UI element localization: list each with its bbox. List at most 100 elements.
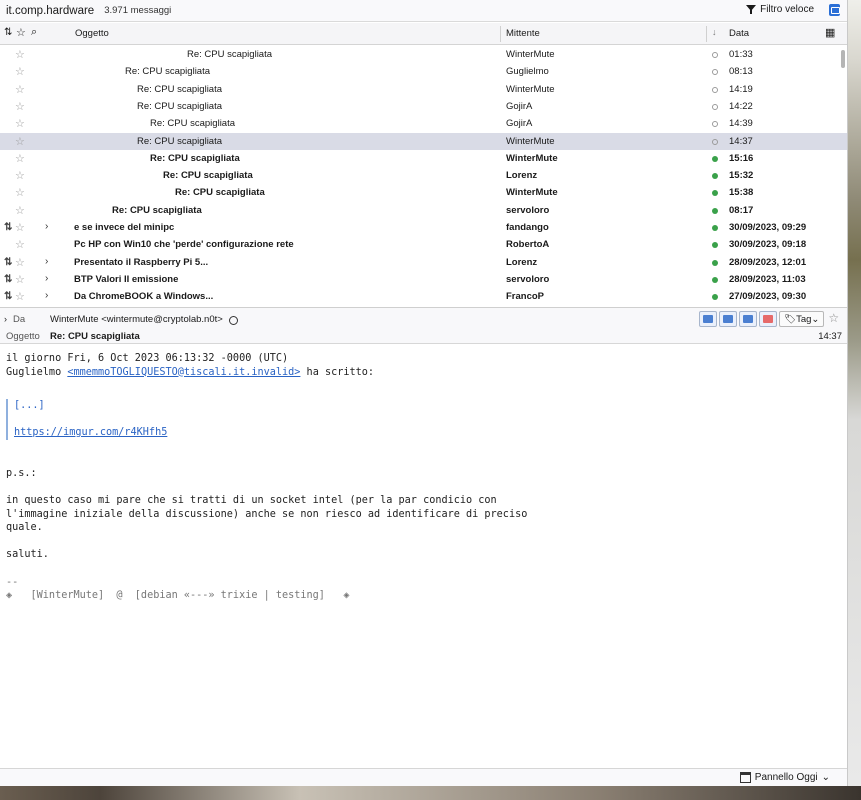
column-picker-icon[interactable]: ▦ (825, 26, 835, 39)
message-row[interactable]: ☆ Re: CPU scapigliata WinterMute 15:38 (0, 184, 847, 201)
message-row[interactable]: ☆ Re: CPU scapigliata WinterMute 01:33 (0, 46, 847, 63)
read-status-icon[interactable] (712, 121, 718, 128)
message-date: 15:32 (729, 170, 754, 182)
thread-icon[interactable]: ⇅ (4, 257, 12, 268)
reply-all-button[interactable] (719, 311, 737, 327)
star-icon[interactable]: ☆ (15, 238, 25, 251)
chevron-right-icon[interactable]: › (45, 290, 48, 301)
read-status-icon[interactable] (712, 225, 718, 231)
star-icon[interactable]: ☆ (15, 273, 25, 286)
expand-header-icon[interactable]: › (4, 314, 7, 324)
message-view-icon[interactable] (829, 4, 840, 16)
message-subject: Pc HP con Win10 che 'perde' configurazio… (74, 239, 294, 251)
message-row[interactable]: ☆ Re: CPU scapigliata Lorenz 15:32 (0, 167, 847, 184)
read-status-icon[interactable] (712, 242, 718, 249)
read-status-icon[interactable] (712, 52, 718, 58)
star-icon[interactable]: ☆ (15, 83, 25, 96)
star-icon[interactable]: ☆ (15, 135, 25, 148)
filter-icon (746, 4, 757, 15)
chevron-right-icon[interactable]: › (45, 221, 48, 232)
star-column-icon[interactable]: ☆ (16, 26, 26, 39)
signature-separator: -- (6, 576, 19, 588)
thread-column-icon[interactable]: ⇅ (4, 27, 12, 38)
message-row[interactable]: ☆ Re: CPU scapigliata WinterMute 14:37 (0, 132, 847, 150)
column-date[interactable]: Data (729, 28, 749, 39)
message-row[interactable]: ☆ Re: CPU scapigliata GojirA 14:22 (0, 98, 847, 115)
star-icon[interactable]: ☆ (15, 256, 25, 269)
thread-icon[interactable]: ⇅ (4, 291, 12, 302)
reply-button[interactable] (699, 311, 717, 327)
message-row[interactable]: ☆ Re: CPU scapigliata servoloro 08:17 (0, 202, 847, 219)
message-sender: RobertoA (506, 239, 550, 251)
read-status-icon[interactable] (712, 86, 718, 93)
message-date: 15:16 (729, 152, 754, 164)
message-row[interactable]: ☆ Re: CPU scapigliata WinterMute 15:16 (0, 150, 847, 167)
address-book-icon[interactable] (229, 316, 238, 325)
read-status-column-icon[interactable]: ↓ (712, 27, 717, 37)
tag-button[interactable]: 🏷 Tag ⌄ (779, 311, 825, 327)
message-row[interactable]: ⇅ ☆ › Presentato il Raspberry Pi 5... Lorenz… (0, 254, 847, 271)
star-icon[interactable]: ☆ (15, 186, 25, 199)
read-status-icon[interactable] (712, 69, 718, 76)
body-line: in questo caso mi pare che si tratti di … (6, 494, 497, 506)
star-icon[interactable]: ☆ (15, 204, 25, 217)
mail-window: it.comp.hardware 3.971 messaggi Filtro v… (0, 0, 848, 786)
star-icon[interactable]: ☆ (15, 290, 25, 303)
forward-button[interactable] (739, 311, 757, 327)
junk-button[interactable] (759, 311, 777, 327)
star-icon[interactable]: ☆ (15, 221, 25, 234)
read-status-icon[interactable] (712, 103, 718, 110)
intro-line: Guglielmo <mmemmoTOGLIQUESTO@tiscali.it.… (6, 366, 842, 380)
message-sender: WinterMute (506, 83, 555, 95)
message-date: 27/09/2023, 09:30 (729, 291, 807, 303)
message-row[interactable]: ☆ Re: CPU scapigliata WinterMute 14:19 (0, 81, 847, 98)
read-status-icon[interactable] (712, 294, 718, 301)
column-subject[interactable]: Oggetto (75, 28, 109, 39)
message-subject: Re: CPU scapigliata (137, 100, 223, 112)
quoted-link-line: https://imgur.com/r4KHfh5 (14, 426, 842, 440)
quoted-block: [...] https://imgur.com/r4KHfh5 (6, 398, 842, 440)
star-icon[interactable]: ☆ (15, 48, 25, 61)
attachment-column-icon[interactable]: ⌕ (31, 26, 37, 39)
star-icon[interactable]: ☆ (15, 117, 25, 130)
imgur-link[interactable]: https://imgur.com/r4KHfh5 (14, 427, 167, 438)
today-pane-button[interactable]: Pannello Oggi ⌄ (739, 772, 830, 783)
scrollbar[interactable] (841, 50, 845, 68)
tag-icon: 🏷 (784, 313, 797, 325)
star-icon[interactable]: ☆ (828, 311, 839, 327)
message-row[interactable]: ⇅ ☆ › BTP Valori II emissione servoloro 28/09… (0, 271, 847, 288)
thread-icon[interactable]: ⇅ (4, 274, 12, 285)
chevron-right-icon[interactable]: › (45, 256, 48, 267)
message-row[interactable]: ☆ Re: CPU scapigliata GojirA 14:39 (0, 115, 847, 132)
message-date: 14:22 (729, 100, 753, 112)
read-status-icon[interactable] (712, 173, 718, 180)
column-divider[interactable] (706, 26, 707, 42)
author-email-link[interactable]: <mmemmoTOGLIQUESTO@tiscali.it.invalid> (67, 367, 300, 378)
message-subject: Re: CPU scapigliata (175, 187, 265, 199)
star-icon[interactable]: ☆ (15, 65, 25, 78)
quick-filter-button[interactable]: Filtro veloce (746, 4, 814, 15)
star-icon[interactable]: ☆ (15, 169, 25, 182)
message-row[interactable]: ⇅ ☆ › Da ChromeBOOK a Windows... FrancoP 27/0… (0, 288, 847, 305)
star-icon[interactable]: ☆ (15, 152, 25, 165)
message-row[interactable]: ☆ Re: CPU scapigliata Guglielmo 08:13 (0, 63, 847, 80)
message-row[interactable]: ⇅ ☆ › e se invece del minipc fandango 30/09/2… (0, 219, 847, 236)
read-status-icon[interactable] (712, 207, 718, 214)
message-subject: Re: CPU scapigliata (187, 49, 273, 60)
read-status-icon[interactable] (712, 138, 718, 145)
message-list[interactable]: ☆ Re: CPU scapigliata WinterMute 01:33 ☆ Re: … (0, 46, 847, 307)
message-row[interactable]: ☆ Pc HP con Win10 che 'perde' configurazi… (0, 236, 847, 253)
read-status-icon[interactable] (712, 155, 718, 162)
read-status-icon[interactable] (712, 190, 718, 197)
thread-icon[interactable]: ⇅ (4, 222, 12, 233)
column-sender[interactable]: Mittente (506, 28, 540, 39)
background-photo-bottom (0, 786, 861, 800)
read-status-icon[interactable] (712, 259, 718, 266)
message-sender: Lorenz (506, 170, 538, 182)
column-divider[interactable] (500, 26, 501, 42)
message-subject: Re: CPU scapigliata (150, 118, 236, 130)
star-icon[interactable]: ☆ (15, 100, 25, 113)
chevron-right-icon[interactable]: › (45, 273, 48, 284)
read-status-icon[interactable] (712, 276, 718, 283)
from-value[interactable]: WinterMute <wintermute@cryptolab.n0t> (50, 314, 223, 325)
